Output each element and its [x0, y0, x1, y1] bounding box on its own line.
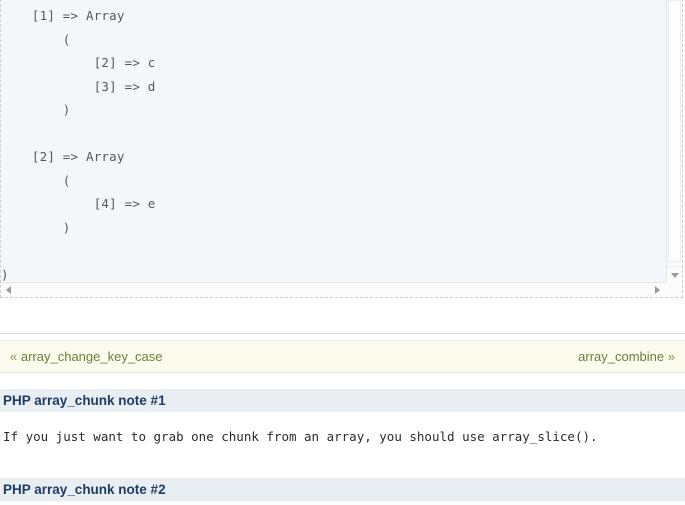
note-body-1: If you just want to grab one chunk from …: [3, 429, 598, 444]
next-function-label: array_combine: [578, 349, 665, 364]
note-heading-2: PHP array_chunk note #2: [0, 478, 685, 501]
horizontal-scrollbar[interactable]: [1, 282, 666, 297]
code-scroll-area[interactable]: [1] => Array ( [2] => c [3] => d ) [2] =…: [1, 0, 666, 282]
horizontal-scrollbar-track[interactable]: [16, 283, 651, 297]
scroll-down-button[interactable]: [667, 266, 682, 282]
prev-function-link[interactable]: « array_change_key_case: [10, 349, 163, 364]
chevron-left-icon: [6, 286, 11, 294]
chevron-right-icon: [655, 286, 660, 294]
chevron-down-icon: [671, 273, 679, 278]
vertical-scrollbar[interactable]: [666, 0, 682, 282]
scroll-left-button[interactable]: [1, 283, 16, 297]
scrollbar-corner: [666, 282, 682, 297]
function-nav-bar: « array_change_key_case array_combine »: [0, 340, 685, 373]
content-divider: [0, 333, 685, 334]
code-output-panel: [1] => Array ( [2] => c [3] => d ) [2] =…: [0, 0, 683, 298]
next-chevron-icon: »: [667, 349, 675, 364]
prev-chevron-icon: «: [10, 349, 18, 364]
scroll-right-button[interactable]: [651, 283, 666, 297]
code-output-text: [1] => Array ( [2] => c [3] => d ) [2] =…: [1, 8, 156, 282]
next-function-link[interactable]: array_combine »: [578, 349, 675, 364]
vertical-scrollbar-thumb[interactable]: [668, 0, 681, 262]
prev-function-label: array_change_key_case: [20, 349, 163, 364]
note-heading-1: PHP array_chunk note #1: [0, 389, 685, 412]
